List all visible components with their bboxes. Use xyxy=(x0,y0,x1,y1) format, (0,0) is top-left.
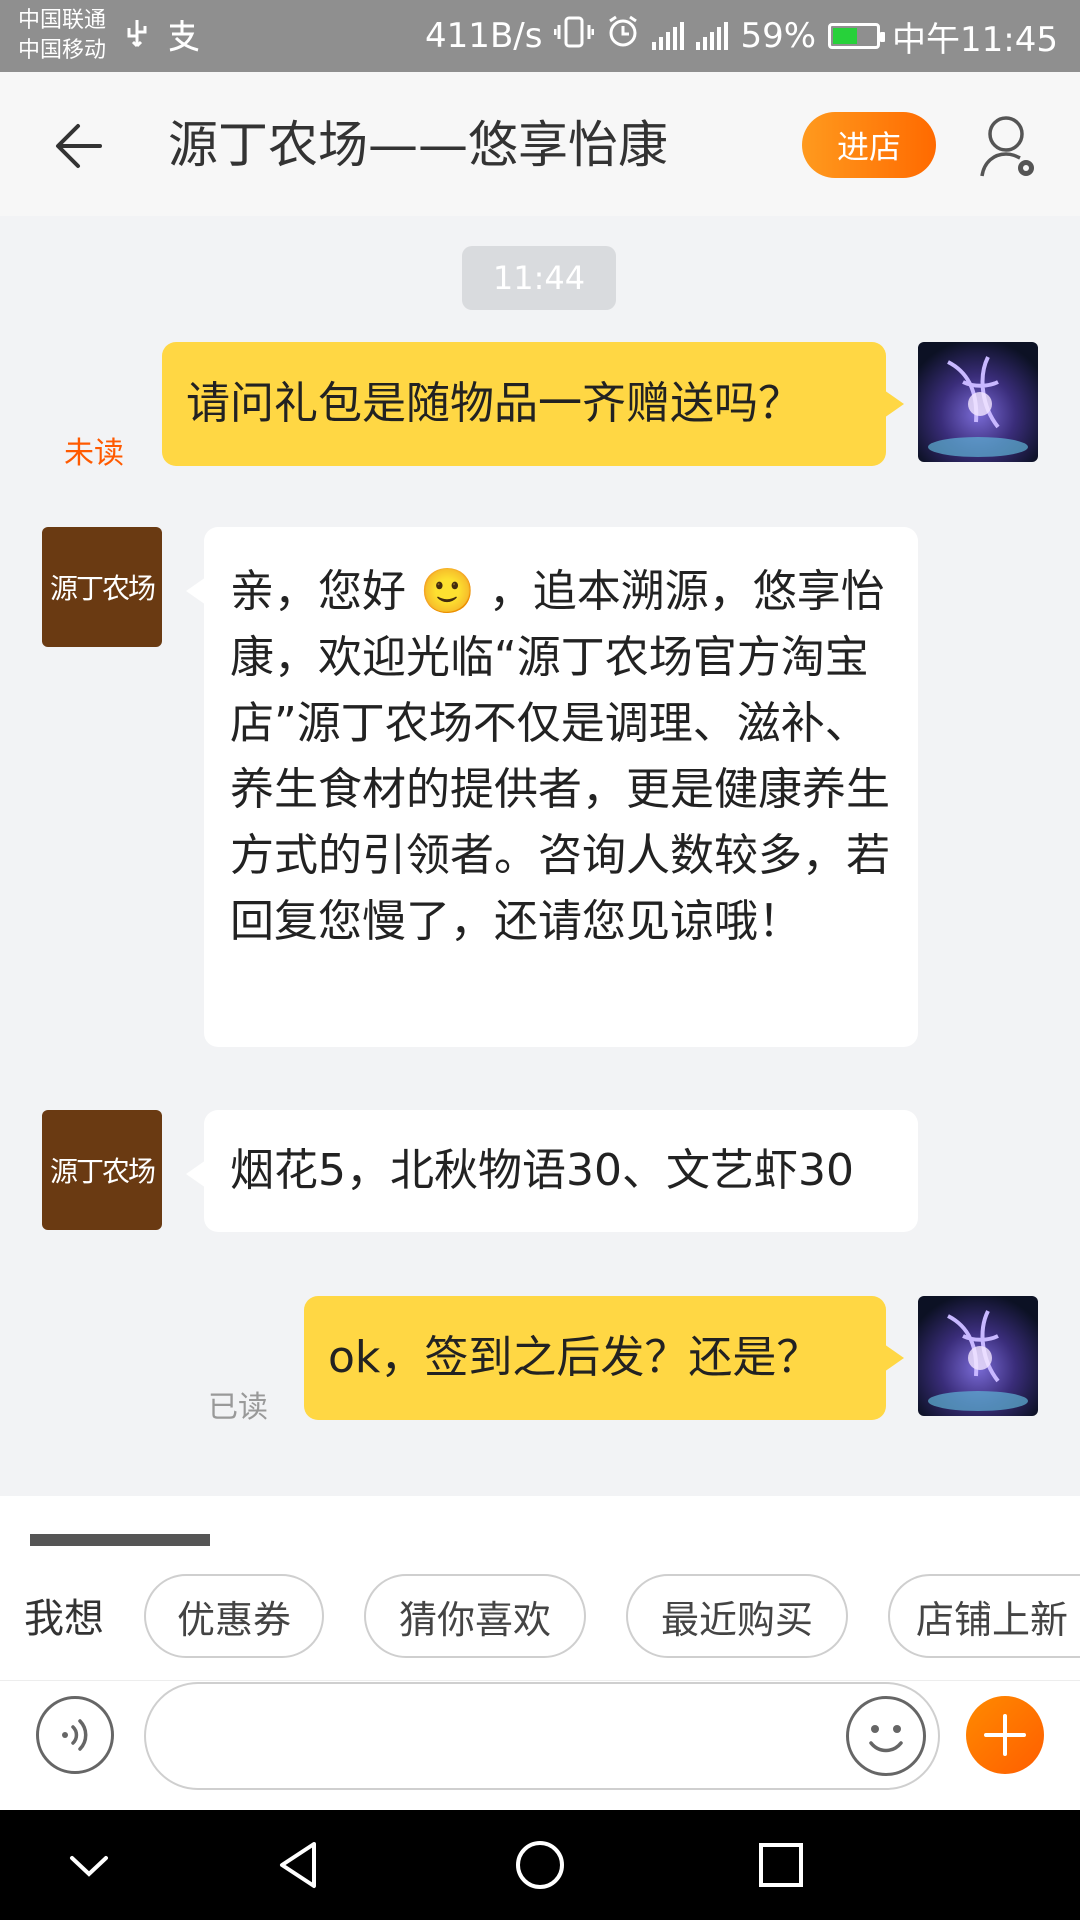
shop-message-bubble[interactable]: 烟花5，北秋物语30、文艺虾30 xyxy=(186,1110,918,1232)
carrier-2: 中国移动 xyxy=(18,38,107,63)
usb-icon xyxy=(124,18,150,60)
alipay-icon xyxy=(164,18,200,60)
voice-icon xyxy=(62,1719,88,1751)
user-avatar[interactable] xyxy=(918,1296,1038,1416)
message-status-unread: 未读 xyxy=(64,436,124,471)
signal-3g-icon xyxy=(652,22,685,50)
message-input[interactable] xyxy=(144,1682,940,1790)
shop-avatar[interactable]: 源丁农场 xyxy=(42,1110,162,1230)
circle-home-icon xyxy=(516,1841,564,1889)
timestamp-chip: 11:44 xyxy=(462,246,616,310)
alarm-icon xyxy=(606,15,640,58)
message-text: 请问礼包是随物品一齐赠送吗？ xyxy=(186,378,802,429)
panel-handle[interactable] xyxy=(30,1534,210,1546)
chat-header: 源丁农场——悠享怡康 进店 xyxy=(0,72,1080,216)
page-title: 源丁农场——悠享怡康 xyxy=(168,116,668,174)
user-settings-icon xyxy=(980,116,1034,177)
emoji-icon xyxy=(869,1725,903,1753)
back-button[interactable] xyxy=(50,118,110,174)
message-text: ok，签到之后发？还是？ xyxy=(328,1332,821,1383)
plus-button[interactable] xyxy=(966,1696,1044,1774)
quick-reply-label: 我想 xyxy=(24,1596,104,1642)
shop-logo-text: 源丁农场 xyxy=(49,1155,156,1188)
enter-store-button[interactable]: 进店 xyxy=(802,112,936,178)
arrow-left-icon xyxy=(56,124,102,168)
shop-message-bubble[interactable]: 亲，您好 🙂 ，追本溯源，悠享怡康，欢迎光临“源丁农场官方淘宝店”源丁农场不仅是… xyxy=(186,527,918,1047)
quick-reply-chip[interactable]: 最近购买 xyxy=(626,1574,848,1658)
network-speed: 411B/s xyxy=(425,16,543,56)
emoji-button[interactable] xyxy=(846,1696,926,1776)
shop-avatar[interactable]: 源丁农场 xyxy=(42,527,162,647)
square-recent-icon xyxy=(759,1843,803,1887)
vibrate-icon xyxy=(553,15,595,58)
status-bar: 中国联通 中国移动 411B/s 59% 中午11:45 xyxy=(0,0,1080,72)
chevron-down-icon xyxy=(70,1856,108,1877)
user-message-bubble[interactable]: ok，签到之后发？还是？ xyxy=(304,1296,904,1420)
signal-4g-icon xyxy=(696,22,729,50)
nav-back-button[interactable] xyxy=(266,1830,336,1900)
divider xyxy=(0,1680,1080,1681)
avatar-image xyxy=(928,356,1028,457)
nav-collapse-button[interactable] xyxy=(54,1830,124,1900)
message-text: 烟花5，北秋物语30、文艺虾30 xyxy=(230,1145,854,1196)
system-nav-bar xyxy=(0,1810,1080,1920)
clock: 中午11:45 xyxy=(892,19,1058,60)
message-status-read: 已读 xyxy=(208,1390,268,1425)
carrier-1: 中国联通 xyxy=(18,8,107,33)
user-message-bubble[interactable]: 请问礼包是随物品一齐赠送吗？ xyxy=(162,342,904,466)
shop-logo-text: 源丁农场 xyxy=(49,572,156,605)
quick-reply-chip[interactable]: 猜你喜欢 xyxy=(364,1574,586,1658)
battery-percent: 59% xyxy=(740,16,817,56)
voice-button[interactable] xyxy=(36,1696,114,1774)
status-right: 411B/s 59% 中午11:45 xyxy=(425,14,1058,60)
quick-reply-chip[interactable]: 店铺上新 xyxy=(888,1574,1080,1658)
nav-recent-button[interactable] xyxy=(746,1830,816,1900)
triangle-back-icon xyxy=(280,1842,316,1888)
message-text: 亲，您好 🙂 ，追本溯源，悠享怡康，欢迎光临“源丁农场官方淘宝店”源丁农场不仅是… xyxy=(230,566,890,947)
nav-home-button[interactable] xyxy=(505,1830,575,1900)
quick-reply-chip[interactable]: 优惠券 xyxy=(144,1574,324,1658)
avatar-image xyxy=(928,1310,1028,1411)
user-avatar[interactable] xyxy=(918,342,1038,462)
profile-settings-button[interactable] xyxy=(978,112,1042,182)
battery-icon xyxy=(828,23,886,49)
plus-icon xyxy=(984,1714,1026,1756)
